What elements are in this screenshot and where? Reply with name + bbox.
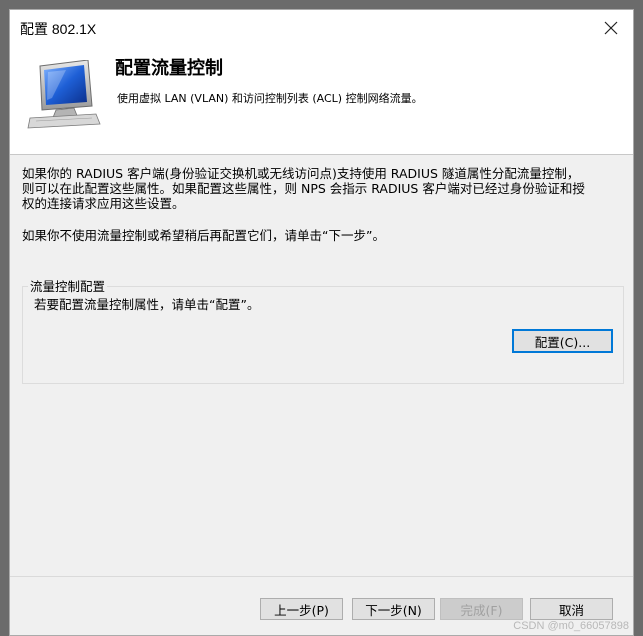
- dialog-window: 配置 802.1X 配置流量控制 使用虚拟 LAN (VLAN) 和访问控制列表…: [9, 9, 634, 636]
- description-line-3: 权的连接请求应用这些设置。: [22, 196, 185, 211]
- title-bar: 配置 802.1X: [10, 10, 633, 46]
- previous-button[interactable]: 上一步(P): [260, 598, 343, 620]
- window-title: 配置 802.1X: [20, 21, 97, 37]
- description-paragraph-2: 如果你不使用流量控制或希望稍后再配置它们，请单击“下一步”。: [22, 228, 385, 243]
- description-text: 如果你的 RADIUS 客户端(身份验证交换机或无线访问点)支持使用 RADIU…: [22, 166, 622, 243]
- finish-button[interactable]: 完成(F): [440, 598, 523, 620]
- cancel-button[interactable]: 取消: [530, 598, 613, 620]
- close-button[interactable]: [597, 14, 625, 42]
- groupbox-legend: 流量控制配置: [28, 276, 108, 295]
- wizard-header: 配置流量控制 使用虚拟 LAN (VLAN) 和访问控制列表 (ACL) 控制网…: [10, 46, 633, 155]
- close-icon: [604, 21, 618, 35]
- footer-divider: [10, 576, 633, 577]
- computer-monitor-icon: [27, 60, 101, 129]
- watermark-text: CSDN @m0_66057898: [513, 620, 629, 632]
- next-button[interactable]: 下一步(N): [352, 598, 435, 620]
- description-line-1: 如果你的 RADIUS 客户端(身份验证交换机或无线访问点)支持使用 RADIU…: [22, 166, 580, 181]
- groupbox-description: 若要配置流量控制属性，请单击“配置”。: [34, 297, 260, 312]
- configure-button[interactable]: 配置(C)...: [512, 329, 613, 353]
- page-title: 配置流量控制: [115, 58, 223, 79]
- description-line-2: 则可以在此配置这些属性。如果配置这些属性，则 NPS 会指示 RADIUS 客户…: [22, 181, 585, 196]
- page-subtitle: 使用虚拟 LAN (VLAN) 和访问控制列表 (ACL) 控制网络流量。: [117, 92, 423, 105]
